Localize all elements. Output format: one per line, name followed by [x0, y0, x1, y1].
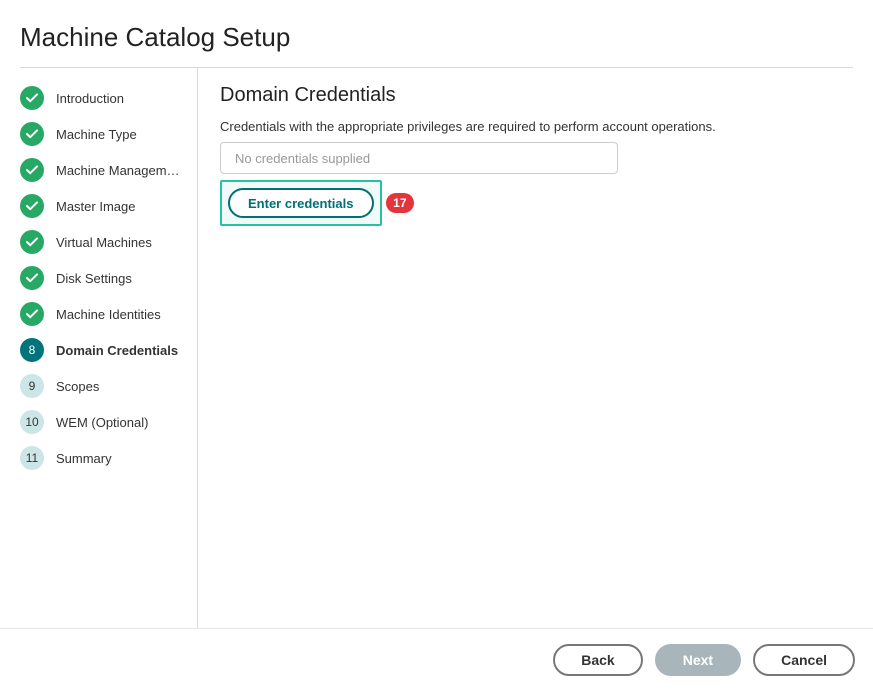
- callout-badge: 17: [386, 193, 413, 213]
- sidebar-item-label: WEM (Optional): [56, 415, 148, 430]
- sidebar-item-label: Disk Settings: [56, 271, 132, 286]
- step-number-icon: 9: [20, 374, 44, 398]
- sidebar-item-label: Machine Identities: [56, 307, 161, 322]
- page-title: Machine Catalog Setup: [20, 22, 853, 67]
- sidebar-item-scopes[interactable]: 9 Scopes: [20, 368, 197, 404]
- wizard-footer: Back Next Cancel: [0, 628, 873, 690]
- sidebar-item-label: Machine Managem…: [56, 163, 180, 178]
- sidebar-item-virtual-machines[interactable]: Virtual Machines: [20, 224, 197, 260]
- sidebar-item-label: Introduction: [56, 91, 124, 106]
- step-number-icon: 10: [20, 410, 44, 434]
- sidebar-item-disk-settings[interactable]: Disk Settings: [20, 260, 197, 296]
- sidebar-item-label: Scopes: [56, 379, 99, 394]
- sidebar-item-wem-optional[interactable]: 10 WEM (Optional): [20, 404, 197, 440]
- credentials-input[interactable]: [220, 142, 618, 174]
- sidebar-item-label: Virtual Machines: [56, 235, 152, 250]
- sidebar-item-summary[interactable]: 11 Summary: [20, 440, 197, 476]
- check-icon: [20, 158, 44, 182]
- sidebar-item-master-image[interactable]: Master Image: [20, 188, 197, 224]
- sidebar-item-label: Domain Credentials: [56, 343, 178, 358]
- main-description: Credentials with the appropriate privile…: [220, 119, 853, 134]
- sidebar-item-machine-identities[interactable]: Machine Identities: [20, 296, 197, 332]
- check-icon: [20, 122, 44, 146]
- sidebar-item-label: Summary: [56, 451, 112, 466]
- sidebar-item-label: Master Image: [56, 199, 135, 214]
- check-icon: [20, 194, 44, 218]
- next-button[interactable]: Next: [655, 644, 741, 676]
- sidebar-item-machine-type[interactable]: Machine Type: [20, 116, 197, 152]
- main-heading: Domain Credentials: [220, 84, 853, 107]
- wizard-sidebar: Introduction Machine Type Machine Manage…: [20, 68, 198, 630]
- check-icon: [20, 230, 44, 254]
- sidebar-item-machine-management[interactable]: Machine Managem…: [20, 152, 197, 188]
- cancel-button[interactable]: Cancel: [753, 644, 855, 676]
- sidebar-item-domain-credentials[interactable]: 8 Domain Credentials: [20, 332, 197, 368]
- step-number-icon: 8: [20, 338, 44, 362]
- back-button[interactable]: Back: [553, 644, 642, 676]
- main-panel: Domain Credentials Credentials with the …: [198, 68, 853, 630]
- check-icon: [20, 302, 44, 326]
- enter-credentials-button[interactable]: Enter credentials: [228, 188, 374, 218]
- enter-credentials-highlight: Enter credentials 17: [220, 180, 382, 226]
- sidebar-item-introduction[interactable]: Introduction: [20, 80, 197, 116]
- sidebar-item-label: Machine Type: [56, 127, 137, 142]
- check-icon: [20, 266, 44, 290]
- check-icon: [20, 86, 44, 110]
- step-number-icon: 11: [20, 446, 44, 470]
